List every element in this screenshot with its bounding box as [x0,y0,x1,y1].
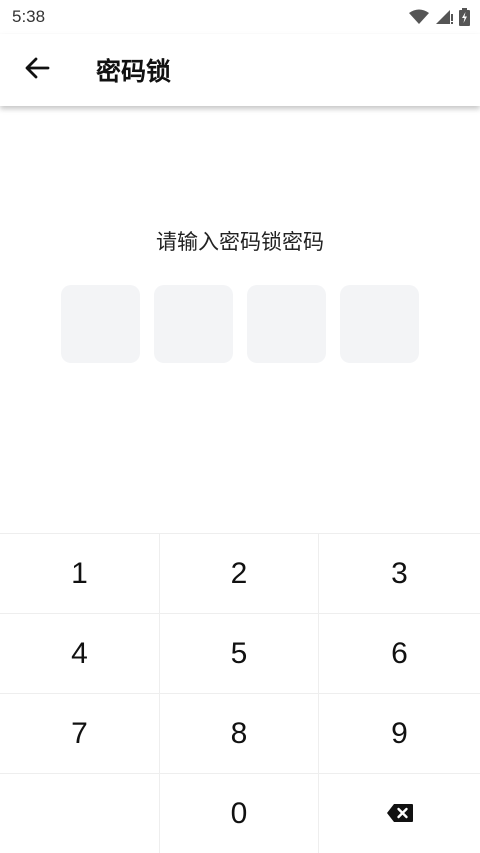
key-0[interactable]: 0 [160,774,319,853]
arrow-left-icon [24,56,50,84]
key-8[interactable]: 8 [160,694,319,774]
pin-digit-box-4 [340,285,419,363]
pin-digit-box-2 [154,285,233,363]
pin-digit-box-3 [247,285,326,363]
numeric-keypad: 1 2 3 4 5 6 7 8 9 0 [0,533,480,853]
key-6[interactable]: 6 [319,614,480,694]
cellular-signal-icon [435,9,453,25]
key-2[interactable]: 2 [160,534,319,614]
key-3[interactable]: 3 [319,534,480,614]
page-title: 密码锁 [96,57,172,86]
wifi-icon [409,9,429,25]
pin-digit-box-1 [61,285,140,363]
back-button[interactable] [0,34,74,106]
key-4[interactable]: 4 [0,614,160,694]
key-empty [0,774,160,853]
key-9[interactable]: 9 [319,694,480,774]
key-7[interactable]: 7 [0,694,160,774]
app-bar: 密码锁 [0,34,480,106]
battery-charging-icon [459,8,470,26]
status-time: 5:38 [12,7,46,26]
status-icons [409,8,470,26]
backspace-button[interactable] [319,774,480,853]
pin-prompt: 请输入密码锁密码 [156,230,324,254]
status-bar: 5:38 [0,0,480,34]
backspace-icon [386,797,414,831]
pin-input-row[interactable] [61,285,419,363]
key-1[interactable]: 1 [0,534,160,614]
key-5[interactable]: 5 [160,614,319,694]
